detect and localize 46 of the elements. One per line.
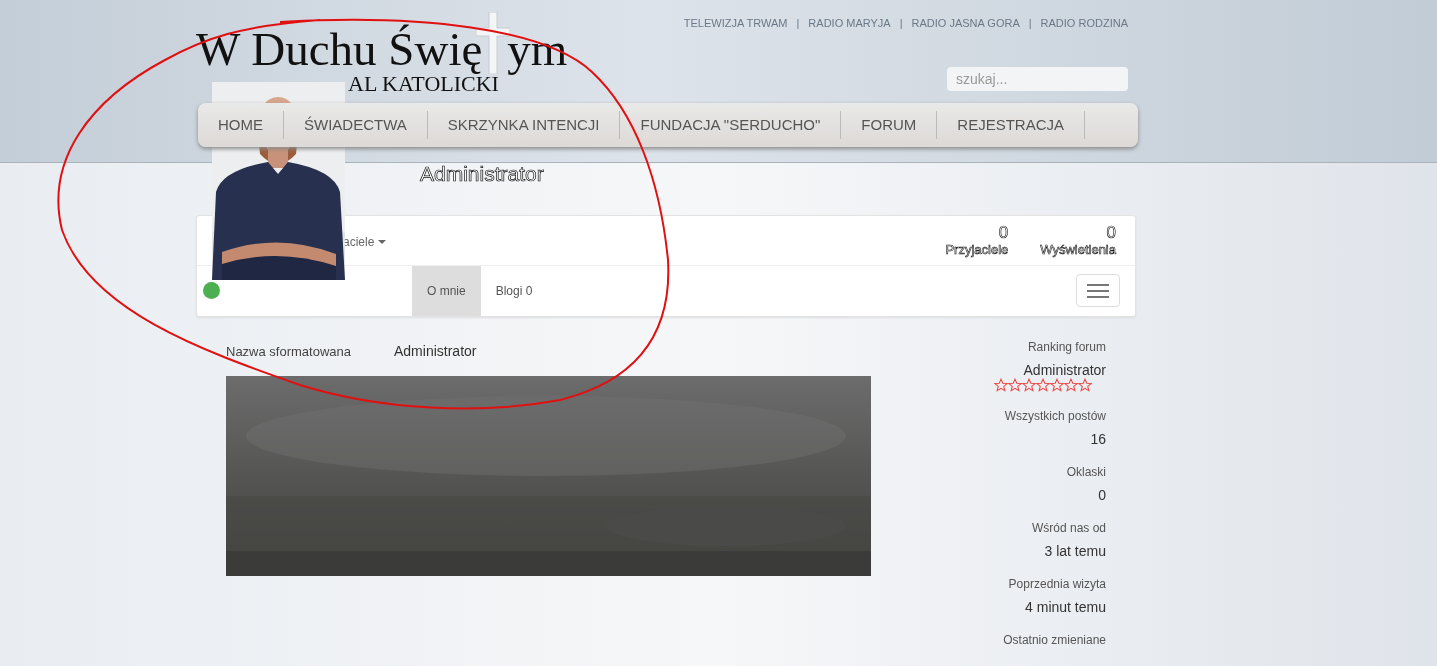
friends-dropdown[interactable]: aciele — [343, 234, 387, 249]
search-field[interactable]: szukaj... — [947, 67, 1128, 91]
profile-tab[interactable]: O mnie — [412, 266, 481, 316]
stat-label: Wyświetlenia — [1040, 242, 1116, 257]
top-link[interactable]: RADIO RODZINA — [1040, 17, 1128, 32]
rank-value: Administrator — [1023, 362, 1106, 378]
field-label: Nazwa sformatowana — [226, 343, 352, 359]
logo-text: W Duchu Świę — [196, 24, 483, 74]
stat-label: Wśród nas od — [1031, 520, 1106, 536]
nav-link[interactable]: ŚWIADECTWA — [284, 111, 428, 139]
nav-link[interactable]: FUNDACJA "SERDUCHO" — [620, 111, 842, 139]
profile-title: Administrator — [420, 162, 544, 185]
stat-label: Oklaski — [1066, 464, 1106, 480]
menu-icon — [1087, 283, 1109, 298]
star-icon — [1078, 378, 1092, 392]
link-separator: | — [1028, 17, 1032, 31]
stat-value: 16 — [1090, 431, 1106, 447]
stat-label: Ranking forum — [1027, 339, 1106, 355]
stat-label: Ostatnio zmieniane — [1003, 632, 1106, 648]
menu-button[interactable] — [1076, 274, 1120, 307]
stat-value: 3 lat temu — [1044, 543, 1106, 559]
star-icon — [1036, 378, 1050, 392]
stat-count: 0 — [997, 224, 1009, 242]
stat-label: Wszystkich postów — [1004, 408, 1106, 424]
top-link[interactable]: RADIO JASNA GORA — [911, 17, 1020, 32]
star-icon — [1008, 378, 1022, 392]
top-link[interactable]: RADIO MARYJA — [808, 17, 891, 32]
star-icon — [1022, 378, 1036, 392]
star-icon — [1064, 378, 1078, 392]
stat-label: Przyjaciele — [945, 242, 1009, 257]
profile-tab[interactable]: Blogi 0 — [480, 266, 548, 316]
stat-value: 4 minut temu — [1025, 599, 1106, 615]
top-link[interactable]: TELEWIZJA TRWAM — [683, 17, 788, 32]
star-icon — [994, 378, 1008, 392]
nav-link[interactable]: REJESTRACJA — [937, 111, 1085, 139]
star-icon — [1050, 378, 1064, 392]
stat-count: 0 — [1105, 224, 1116, 242]
logo-text: ym — [507, 24, 568, 74]
nav-link[interactable]: FORUM — [841, 111, 938, 139]
link-separator: | — [796, 17, 800, 31]
nav-link[interactable]: SKRZYNKA INTENCJI — [427, 111, 621, 139]
stat-value: 0 — [1098, 487, 1106, 503]
field-value: Administrator — [394, 343, 477, 359]
nav-link[interactable]: HOME — [198, 111, 284, 139]
link-separator: | — [899, 17, 903, 31]
stat-label: Poprzednia wizyta — [1008, 576, 1106, 592]
